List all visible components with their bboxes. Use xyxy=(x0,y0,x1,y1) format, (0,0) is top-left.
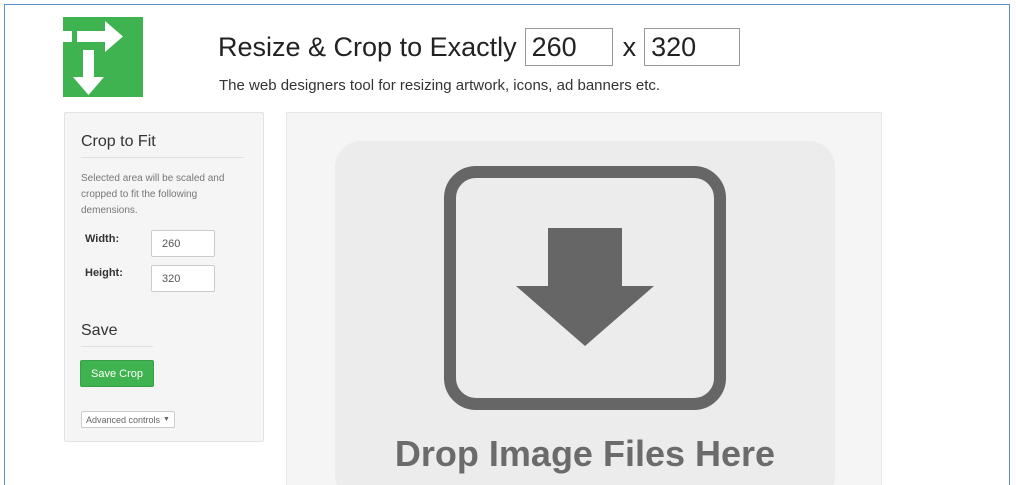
download-arrow-icon xyxy=(444,166,726,410)
page-title: Resize & Crop to Exactly x xyxy=(218,27,741,67)
width-label: Width: xyxy=(85,233,120,245)
width-input[interactable] xyxy=(151,230,215,257)
sidebar-panel: Crop to Fit Selected area will be scaled… xyxy=(64,112,264,442)
advanced-controls-label: Advanced controls xyxy=(86,414,161,425)
advanced-controls-button[interactable]: Advanced controls ▼ xyxy=(81,411,175,428)
dimension-separator: x xyxy=(622,31,637,62)
save-heading: Save xyxy=(81,322,153,347)
drop-files-text: Drop Image Files Here xyxy=(394,433,776,474)
drop-zone[interactable]: Drop Image Files Here xyxy=(335,141,835,485)
height-input[interactable] xyxy=(151,265,215,292)
crop-help-text: Selected area will be scaled and cropped… xyxy=(81,173,225,216)
save-crop-button[interactable]: Save Crop xyxy=(80,360,154,387)
height-label: Height: xyxy=(85,267,123,279)
logo-icon xyxy=(63,17,143,97)
drop-area: Drop Image Files Here xyxy=(286,112,882,485)
crop-to-fit-heading: Crop to Fit xyxy=(81,133,244,158)
title-text: Resize & Crop to Exactly xyxy=(218,31,517,62)
page-subtitle: The web designers tool for resizing artw… xyxy=(219,77,661,94)
header-width-input[interactable] xyxy=(524,28,613,66)
header-height-input[interactable] xyxy=(644,28,741,66)
caret-down-icon: ▼ xyxy=(163,416,170,423)
